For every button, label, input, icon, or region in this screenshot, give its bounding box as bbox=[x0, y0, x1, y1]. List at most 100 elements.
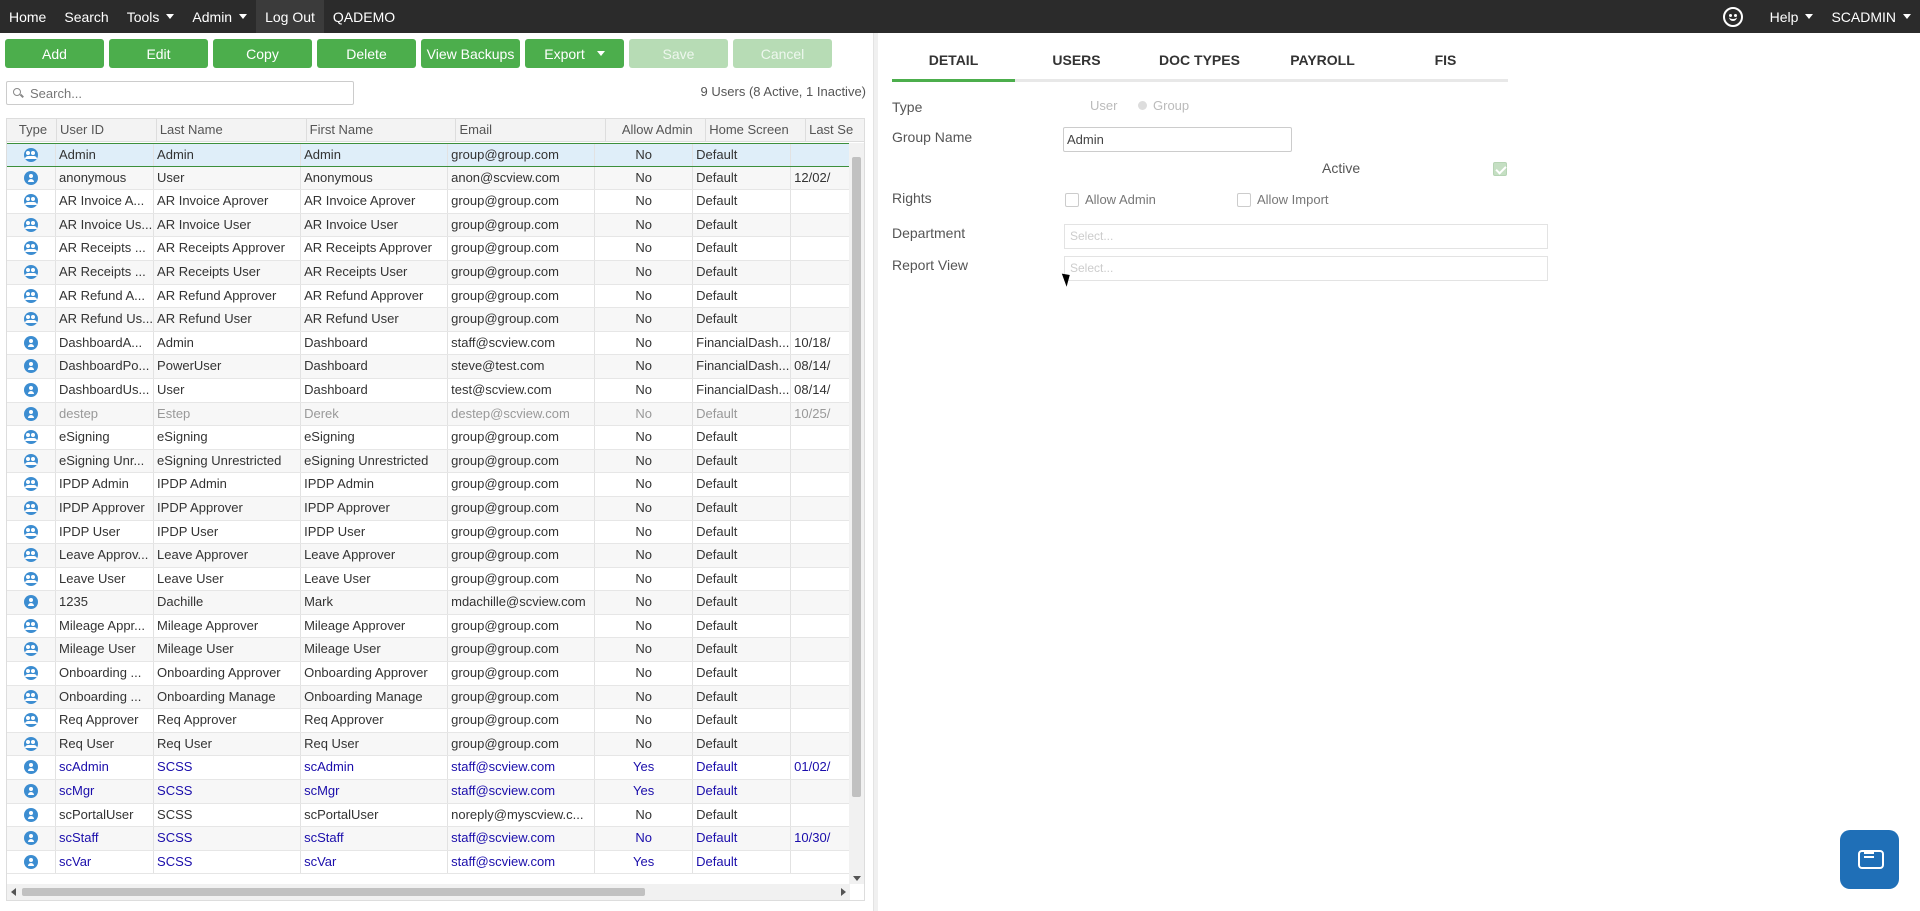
type-cell bbox=[7, 520, 56, 544]
type-user-label: User bbox=[1090, 98, 1118, 113]
tab-detail[interactable]: DETAIL bbox=[892, 44, 1015, 82]
table-row[interactable]: DashboardUs... User Dashboard test@scview.c… bbox=[7, 378, 850, 403]
table-row[interactable]: Mileage User Mileage User Mileage User grou… bbox=[7, 638, 850, 663]
copy-button[interactable]: Copy bbox=[213, 39, 312, 68]
tab-payroll[interactable]: PAYROLL bbox=[1261, 44, 1384, 79]
cell-admin: No bbox=[595, 166, 694, 190]
table-row[interactable]: 1235 Dachille Mark mdachille@scview.com No De… bbox=[7, 591, 850, 615]
group-name-field[interactable]: Admin bbox=[1063, 127, 1292, 152]
user-icon bbox=[24, 595, 38, 610]
vertical-scrollbar[interactable] bbox=[849, 143, 864, 884]
table-row[interactable]: anonymous User Anonymous anon@scview.com No D… bbox=[7, 166, 850, 191]
table-row[interactable]: scVar SCSS scVar staff@scview.com Yes Default bbox=[7, 850, 850, 875]
allow-admin-checkbox[interactable] bbox=[1065, 193, 1079, 207]
column-header[interactable]: Email bbox=[456, 119, 607, 141]
export-button[interactable]: Export bbox=[525, 39, 624, 68]
table-row[interactable]: scMgr SCSS scMgr staff@scview.com Yes Default bbox=[7, 780, 850, 804]
tab-fis[interactable]: FIS bbox=[1384, 44, 1507, 79]
table-row[interactable]: AR Receipts ... AR Receipts User AR Receip… bbox=[7, 260, 850, 285]
table-row[interactable]: scStaff SCSS scStaff staff@scview.com No Defa… bbox=[7, 827, 850, 851]
allow-import-checkbox[interactable] bbox=[1237, 193, 1251, 207]
column-header[interactable]: Last Se bbox=[806, 119, 864, 141]
table-row[interactable]: Admin Admin Admin group@group.com No Default bbox=[7, 143, 850, 167]
cell-email: group@group.com bbox=[448, 213, 596, 237]
table-row[interactable]: AR Refund A... AR Refund Approver AR Refun… bbox=[7, 284, 850, 309]
type-cell bbox=[7, 496, 56, 520]
add-button[interactable]: Add bbox=[5, 39, 104, 68]
nav-help[interactable]: Help bbox=[1761, 0, 1823, 33]
type-cell bbox=[7, 709, 56, 732]
scroll-left-icon[interactable] bbox=[11, 888, 16, 896]
table-row[interactable]: Leave Approv... Leave Approver Leave Appro… bbox=[7, 544, 850, 568]
table-row[interactable]: Req User Req User Req User group@group.com N… bbox=[7, 732, 850, 757]
department-select[interactable]: Select... bbox=[1064, 224, 1548, 249]
active-checkbox[interactable] bbox=[1493, 162, 1507, 176]
nav-tools[interactable]: Tools bbox=[118, 0, 184, 33]
table-row[interactable]: eSigning Unr... eSigning Unrestricted eSig… bbox=[7, 449, 850, 474]
cell-home: Default bbox=[693, 473, 792, 496]
edit-button[interactable]: Edit bbox=[109, 39, 208, 68]
chat-icon[interactable] bbox=[1840, 830, 1899, 889]
table-row[interactable]: scAdmin SCSS scAdmin staff@scview.com Yes Def… bbox=[7, 756, 850, 781]
pane-splitter[interactable] bbox=[873, 33, 878, 911]
cell-first: Admin bbox=[301, 144, 449, 166]
column-header[interactable]: Allow Admin bbox=[606, 119, 707, 141]
column-header[interactable]: Last Name bbox=[157, 119, 307, 141]
cell-home: Default bbox=[693, 237, 792, 260]
column-header[interactable]: User ID bbox=[57, 119, 157, 141]
table-row[interactable]: AR Refund Us... AR Refund User AR Refund U… bbox=[7, 308, 850, 332]
cancel-button[interactable]: Cancel bbox=[733, 39, 832, 68]
table-row[interactable]: scPortalUser SCSS scPortalUser noreply@mysc… bbox=[7, 803, 850, 828]
table-row[interactable]: destep Estep Derek destep@scview.com No Defau… bbox=[7, 402, 850, 427]
search-input[interactable] bbox=[24, 85, 344, 101]
scroll-thumb[interactable] bbox=[22, 888, 645, 896]
scroll-right-icon[interactable] bbox=[841, 888, 846, 896]
nav-admin[interactable]: Admin bbox=[183, 0, 256, 33]
delete-button[interactable]: Delete bbox=[317, 39, 416, 68]
cell-admin: No bbox=[595, 378, 694, 402]
view-backups-button[interactable]: View Backups bbox=[421, 39, 520, 68]
cell-id: IPDP Approver bbox=[56, 496, 155, 520]
table-row[interactable]: DashboardPo... PowerUser Dashboard steve@te… bbox=[7, 355, 850, 379]
column-header[interactable]: Home Screen bbox=[706, 119, 807, 141]
scroll-thumb[interactable] bbox=[852, 157, 861, 797]
nav-home[interactable]: Home bbox=[0, 0, 55, 33]
cell-id: IPDP User bbox=[56, 520, 155, 544]
user-count: 9 Users (8 Active, 1 Inactive) bbox=[700, 84, 866, 99]
table-row[interactable]: AR Invoice A... AR Invoice Aprover AR Invo… bbox=[7, 190, 850, 214]
table-row[interactable]: eSigning eSigning eSigning group@group.com N… bbox=[7, 426, 850, 450]
nav-search[interactable]: Search bbox=[55, 0, 117, 33]
table-row[interactable]: IPDP Admin IPDP Admin IPDP Admin group@grou… bbox=[7, 473, 850, 497]
feedback-smile-icon[interactable] bbox=[1722, 6, 1743, 27]
report-view-select[interactable]: Select... bbox=[1064, 256, 1548, 281]
table-row[interactable]: AR Receipts ... AR Receipts Approver AR Re… bbox=[7, 237, 850, 261]
table-row[interactable]: Req Approver Req Approver Req Approver grou… bbox=[7, 709, 850, 733]
column-header[interactable]: Type bbox=[7, 119, 57, 141]
cell-lastseen: 08/14/ bbox=[791, 355, 850, 378]
table-row[interactable]: Mileage Appr... Mileage Approver Mileage A… bbox=[7, 614, 850, 639]
tab-doc-types[interactable]: DOC TYPES bbox=[1138, 44, 1261, 79]
table-row[interactable]: Leave User Leave User Leave User group@grou… bbox=[7, 567, 850, 592]
nav-user-menu[interactable]: SCADMIN bbox=[1822, 0, 1920, 33]
cell-email: group@group.com bbox=[448, 426, 596, 449]
table-row[interactable]: IPDP Approver IPDP Approver IPDP Approver g… bbox=[7, 496, 850, 521]
scroll-down-icon[interactable] bbox=[853, 876, 861, 881]
type-group-radio[interactable]: Group bbox=[1138, 98, 1189, 113]
table-row[interactable]: Onboarding ... Onboarding Manage Onboardin… bbox=[7, 685, 850, 710]
cell-home: Default bbox=[693, 284, 792, 308]
column-header[interactable]: First Name bbox=[307, 119, 457, 141]
cell-id: scMgr bbox=[56, 780, 155, 803]
nav-logout[interactable]: Log Out bbox=[256, 0, 324, 33]
cell-admin: No bbox=[595, 426, 694, 449]
tab-users[interactable]: USERS bbox=[1015, 44, 1138, 79]
horizontal-scrollbar[interactable] bbox=[7, 884, 850, 900]
save-button[interactable]: Save bbox=[629, 39, 728, 68]
table-row[interactable]: AR Invoice Us... AR Invoice User AR Invoic… bbox=[7, 213, 850, 238]
nav-environment[interactable]: QADEMO bbox=[324, 0, 404, 33]
table-row[interactable]: IPDP User IPDP User IPDP User group@group.c… bbox=[7, 520, 850, 545]
table-row[interactable]: DashboardA... Admin Dashboard staff@scview.… bbox=[7, 331, 850, 356]
cell-first: IPDP User bbox=[301, 520, 449, 544]
cell-admin: No bbox=[595, 331, 694, 355]
type-user-radio[interactable]: User bbox=[1090, 98, 1117, 113]
table-row[interactable]: Onboarding ... Onboarding Approver Onboard… bbox=[7, 662, 850, 686]
